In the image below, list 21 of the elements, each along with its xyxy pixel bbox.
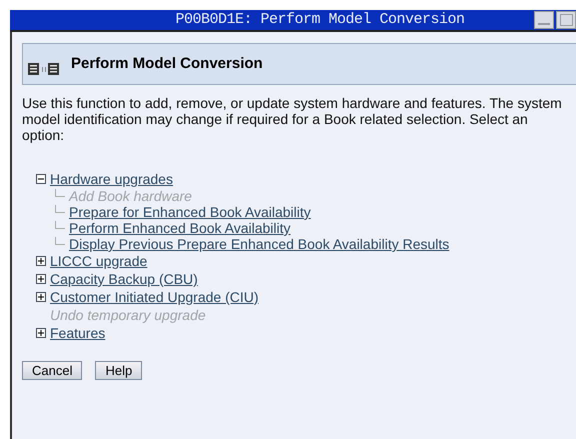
- dialog-button[interactable]: Help: [95, 361, 142, 380]
- expand-icon[interactable]: [36, 328, 46, 338]
- intro-text: Use this function to add, remove, or update system hardware and features. The system model identification may change if required for a Book related selection. Select an option:: [22, 95, 563, 143]
- expand-icon[interactable]: [36, 256, 46, 266]
- expand-icon[interactable]: [36, 292, 46, 302]
- window-title: P00B0D1E: Perform Model Conversion: [174, 10, 466, 30]
- tree-item: Undo temporary upgrade: [50, 306, 206, 324]
- expand-icon[interactable]: [36, 274, 46, 284]
- tree-link[interactable]: Perform Enhanced Book Availability: [69, 220, 291, 236]
- tree-link[interactable]: Display Previous Prepare Enhanced Book Availability Results: [69, 236, 450, 252]
- dialog-button[interactable]: Cancel: [22, 361, 82, 380]
- tree-link[interactable]: Hardware upgrades: [50, 170, 173, 188]
- tree-link[interactable]: Features: [50, 324, 106, 342]
- tree-link[interactable]: LICCC upgrade: [50, 252, 148, 270]
- server-icon: [27, 62, 61, 76]
- tree-link[interactable]: Customer Initiated Upgrade (CIU): [50, 288, 259, 306]
- page-heading: Perform Model Conversion: [71, 54, 263, 74]
- collapse-icon[interactable]: [36, 174, 46, 184]
- tree-item: Add Book hardware: [69, 188, 192, 204]
- tree-link[interactable]: Prepare for Enhanced Book Availability: [69, 204, 311, 220]
- tree-link[interactable]: Capacity Backup (CBU): [50, 270, 198, 288]
